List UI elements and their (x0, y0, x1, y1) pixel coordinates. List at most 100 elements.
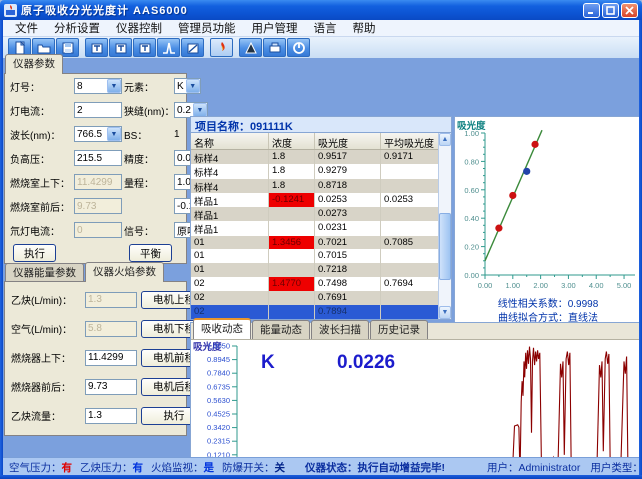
menu-item-0[interactable]: 文件 (7, 19, 46, 37)
acetylene-flow-input[interactable] (85, 408, 137, 424)
svg-text:0.6735: 0.6735 (207, 382, 230, 391)
menu-bar: 文件分析设置仪器控制管理员功能用户管理语言帮助 (3, 20, 639, 37)
table-row[interactable]: 标样41.80.8718 (191, 179, 438, 193)
table-row[interactable]: 样品1-0.12410.02530.0253 (191, 193, 438, 207)
cell-name: 样品1 (191, 207, 269, 221)
save-icon (60, 40, 76, 56)
minimize-button[interactable] (583, 3, 600, 18)
menu-item-1[interactable]: 分析设置 (46, 19, 108, 37)
table-row[interactable]: 样品10.0273 (191, 207, 438, 221)
signal-label: 信号： (124, 223, 172, 238)
burner-frontback-label: 燃烧器前后： (11, 379, 81, 394)
cell-concentration: 1.4770 (269, 277, 315, 291)
ignite-flame-button[interactable] (210, 38, 233, 57)
burner-updown-input[interactable] (85, 350, 137, 366)
svg-text:0.7840: 0.7840 (207, 369, 230, 378)
cell-concentration (269, 263, 315, 277)
toolbar (3, 37, 639, 58)
title-bar: 原子吸收分光光度计 AAS6000 (0, 0, 642, 20)
menu-item-3[interactable]: 管理员功能 (170, 19, 244, 37)
calibration-plot: 吸光度0.000.200.400.600.801.000.001.002.003… (455, 119, 639, 293)
slit-dropdown-arrow-icon[interactable]: ▼ (193, 103, 207, 117)
monochromator-button[interactable] (181, 38, 204, 57)
burner-chamber-updown-input (74, 174, 122, 190)
maximize-button[interactable] (602, 3, 619, 18)
cell-name: 标样4 (191, 179, 269, 193)
table-row[interactable]: 021.47700.74980.7694 (191, 277, 438, 291)
status-flag-0: 空气压力：有 (9, 460, 72, 475)
table-row[interactable]: 标样41.80.9279 (191, 164, 438, 178)
hollow-cathode-lamp-button[interactable] (85, 38, 108, 57)
dynamics-panel: 吸收动态能量动态波长扫描历史记录 吸光度1.00500.89450.78400.… (190, 322, 642, 479)
wavelength-select[interactable]: 766.5▼ (74, 126, 122, 142)
tab-dynamics-0[interactable]: 吸收动态 (193, 318, 251, 339)
cell-absorbance: 0.7894 (315, 305, 381, 319)
burner-chamber-frontback-input (74, 198, 122, 214)
tab-flame-0[interactable]: 仪器能量参数 (5, 263, 84, 282)
lamp-current-input[interactable] (74, 102, 122, 118)
svg-text:1.00: 1.00 (506, 281, 521, 290)
svg-text:0.5630: 0.5630 (207, 396, 230, 405)
power-button[interactable] (287, 38, 310, 57)
burner-frontback-input[interactable] (85, 379, 137, 395)
table-row[interactable]: 020.7894 (191, 305, 438, 319)
lamp-number-dropdown-arrow-icon[interactable]: ▼ (107, 79, 121, 93)
autosampler-button[interactable] (239, 38, 262, 57)
standards-point (531, 141, 538, 148)
scroll-up-arrow-icon[interactable]: ▲ (439, 133, 451, 146)
tab-flame-1[interactable]: 仪器火焰参数 (85, 262, 164, 282)
tab-dynamics-3[interactable]: 历史记录 (370, 320, 428, 339)
project-name-strip: 项目名称：091111K (190, 116, 452, 132)
scroll-down-arrow-icon[interactable]: ▼ (439, 306, 451, 319)
menu-item-6[interactable]: 帮助 (345, 19, 384, 37)
tab-instrument-params[interactable]: 仪器参数 (5, 54, 63, 74)
element-symbol: K (261, 352, 275, 373)
element-dropdown-arrow-icon[interactable]: ▼ (186, 79, 200, 93)
table-row[interactable]: 标样41.80.95170.9171 (191, 150, 438, 164)
svg-text:4.00: 4.00 (589, 281, 604, 290)
lamp-number-select[interactable]: 8▼ (74, 78, 122, 94)
scrollbar-track[interactable] (439, 146, 451, 306)
menu-item-5[interactable]: 语言 (306, 19, 345, 37)
table-row[interactable]: 010.7015 (191, 249, 438, 263)
form-row: 灯电流：狭缝(nm)：0.2▼ (5, 98, 186, 122)
tab-dynamics-2[interactable]: 波长扫描 (311, 320, 369, 339)
tab-dynamics-1[interactable]: 能量动态 (252, 320, 310, 339)
burner-position-button[interactable] (133, 38, 156, 57)
bs-value: 1 (174, 129, 182, 140)
menu-item-2[interactable]: 仪器控制 (108, 19, 170, 37)
wavelength-dropdown-arrow-icon[interactable]: ▼ (107, 127, 121, 141)
close-button[interactable] (621, 3, 638, 18)
flame-row: 燃烧器前后：电机后移 (5, 372, 186, 401)
pressure-flags: 空气压力：有乙炔压力：有火焰监视：是防爆开关：关 (9, 460, 285, 475)
cell-avg-absorbance (381, 249, 438, 263)
table-row[interactable]: 011.34560.70210.7085 (191, 236, 438, 250)
status-flag-2: 火焰监视：是 (151, 460, 214, 475)
form-row: 氘灯电流：信号：原吸▼ (5, 218, 186, 242)
table-row[interactable]: 010.7218 (191, 263, 438, 277)
element-select[interactable]: K▼ (174, 78, 201, 94)
negative-high-voltage-input[interactable] (74, 150, 122, 166)
hollow-cathode-lamp-icon (89, 40, 105, 56)
table-row[interactable]: 样品10.0231 (191, 221, 438, 235)
results-table: 名称浓度吸光度平均吸光度标样41.80.95170.9171标样41.80.92… (190, 132, 452, 320)
form-row: 燃烧室前后：-0.1000▼ (5, 194, 186, 218)
instrument-button[interactable] (263, 38, 286, 57)
flame-params-panel: 乙炔(L/min)：电机上移空气(L/min)：电机下移燃烧器上下：电机前移燃烧… (4, 281, 187, 436)
wavelength-peak-button[interactable] (157, 38, 180, 57)
cell-absorbance: 0.9279 (315, 164, 381, 178)
table-header: 名称浓度吸光度平均吸光度 (191, 133, 438, 150)
scrollbar-thumb[interactable] (439, 213, 451, 280)
table-row[interactable]: 020.7691 (191, 291, 438, 305)
menu-item-4[interactable]: 用户管理 (244, 19, 306, 37)
status-flag-value: 有 (62, 462, 73, 474)
lamp-energy-button[interactable] (109, 38, 132, 57)
status-flag-3: 防爆开关：关 (222, 460, 285, 475)
table-vertical-scrollbar[interactable]: ▲ ▼ (438, 133, 451, 319)
wavelength-value: 766.5 (75, 129, 107, 140)
window-frame-bottom (0, 475, 642, 479)
burner-updown-label: 燃烧器上下： (11, 350, 81, 365)
form-row: 灯号：8▼元素：K▼ (5, 74, 186, 98)
balance-button[interactable]: 平衡 (129, 244, 172, 262)
execute-button[interactable]: 执行 (13, 244, 56, 262)
